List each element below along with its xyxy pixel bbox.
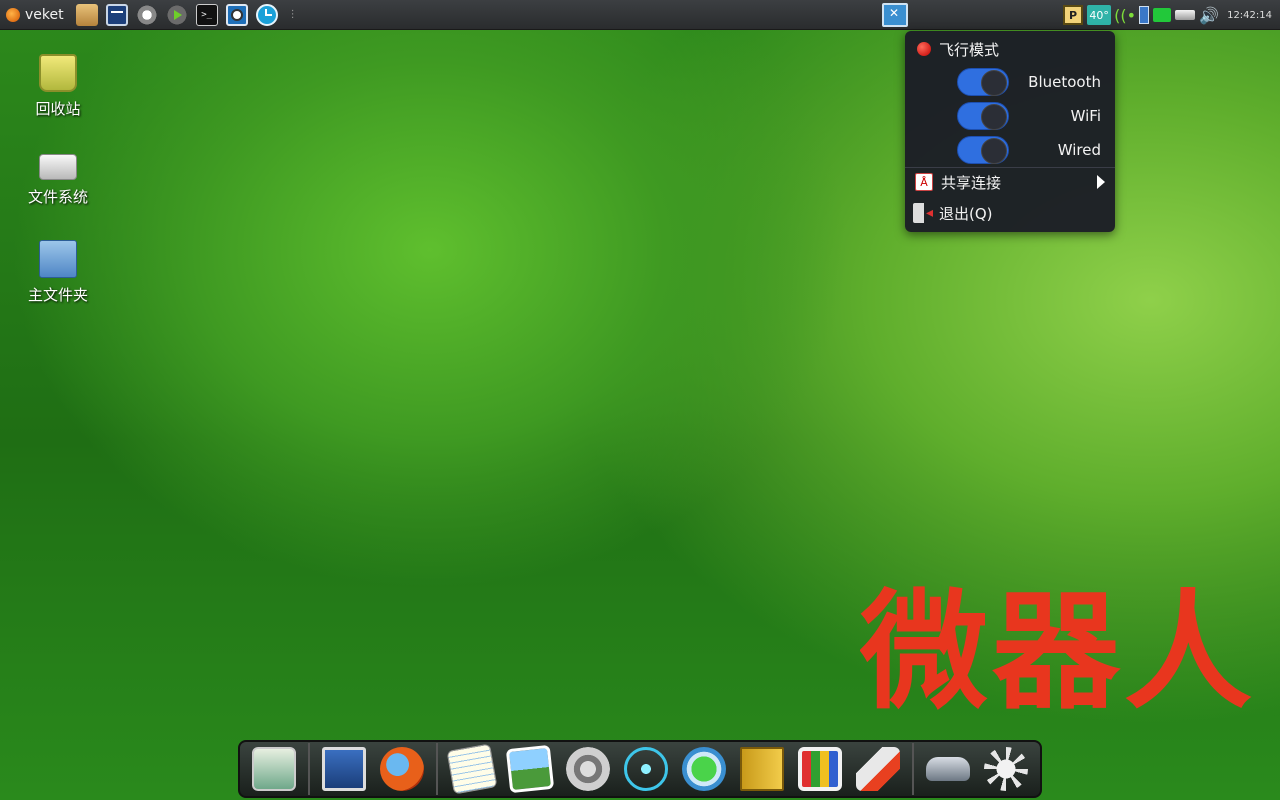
dock-item-speaker[interactable] — [562, 744, 614, 794]
top-panel: veket >_ ⋮ P 40° ((• 🔊 12:42:14 — [0, 0, 1280, 30]
dock-item-media-player[interactable] — [678, 744, 730, 794]
brightness-icon — [984, 747, 1028, 791]
quit-item[interactable]: ◂ 退出(Q) — [905, 200, 1115, 226]
status-green-icon[interactable] — [1153, 8, 1172, 22]
dock-item-rocket[interactable] — [852, 744, 904, 794]
bluetooth-toggle[interactable] — [957, 68, 1009, 96]
dock-item-atom[interactable] — [620, 744, 672, 794]
desktop-icon-label: 主文件夹 — [27, 286, 88, 304]
share-connection-label: 共享连接 — [941, 173, 1002, 192]
image-viewer-icon — [505, 744, 555, 794]
dock-item-desktop[interactable] — [248, 744, 300, 794]
start-menu-label: veket — [25, 6, 64, 23]
address-book-icon — [740, 747, 784, 791]
veket-logo-icon — [6, 7, 20, 22]
p-indicator-icon[interactable]: P — [1063, 5, 1084, 25]
share-connection-item[interactable]: Å 共享连接 — [905, 169, 1115, 195]
volume-icon[interactable]: 🔊 — [1199, 5, 1219, 25]
dock-separator — [308, 743, 310, 795]
dock-item-brightness[interactable] — [980, 744, 1032, 794]
dock-item-image-viewer[interactable] — [504, 744, 556, 794]
tray-clock[interactable]: 12:42:14 — [1223, 10, 1276, 21]
battery-icon[interactable] — [1139, 6, 1150, 24]
desktop-icon-filesystem[interactable]: 文件系统 — [13, 146, 103, 207]
network-applet-icon[interactable] — [882, 3, 908, 27]
dock-separator — [912, 743, 914, 795]
wired-toggle[interactable] — [957, 136, 1009, 164]
drive-icon — [39, 154, 77, 180]
media-player-icon — [682, 747, 726, 791]
desktop-icon-label: 回收站 — [35, 100, 81, 118]
text-editor-icon — [446, 743, 498, 795]
airplane-mode-item[interactable]: 飞行模式 — [905, 37, 1115, 61]
run-icon[interactable] — [165, 3, 188, 26]
bluetooth-row: Bluetooth — [905, 67, 1115, 97]
wired-label: Wired — [1057, 141, 1101, 159]
start-menu-button[interactable]: veket — [0, 0, 70, 30]
mouse-icon — [926, 757, 970, 781]
presentation-icon — [798, 747, 842, 791]
bluetooth-label: Bluetooth — [1028, 73, 1101, 91]
watermark-text: 微器人 — [860, 578, 1257, 727]
wifi-row: WiFi — [905, 101, 1115, 131]
airplane-mode-label: 飞行模式 — [939, 40, 1000, 59]
folder-icon[interactable] — [75, 3, 98, 26]
rocket-icon — [856, 747, 900, 791]
quick-launch-bar: >_ ⋮ — [75, 3, 298, 26]
dock-item-address-book[interactable] — [736, 744, 788, 794]
quit-label: 退出(Q) — [939, 204, 993, 223]
settings-gears-icon[interactable] — [135, 3, 158, 26]
temperature-indicator[interactable]: 40° — [1087, 5, 1112, 25]
desktop-icon-home[interactable]: 主文件夹 — [13, 240, 103, 305]
trash-icon — [39, 54, 77, 92]
monitor-icon — [322, 747, 366, 791]
drive-mount-icon[interactable] — [1175, 10, 1196, 20]
exit-icon: ◂ — [913, 203, 933, 223]
submenu-arrow-icon — [1097, 175, 1105, 189]
dock-item-presentation[interactable] — [794, 744, 846, 794]
dock-item-monitor[interactable] — [318, 744, 370, 794]
dock-item-mouse[interactable] — [922, 744, 974, 794]
screenshot-icon[interactable] — [225, 3, 248, 26]
home-folder-icon — [39, 240, 77, 278]
dock-item-text-editor[interactable] — [446, 743, 498, 795]
panel-grip[interactable]: ⋮ — [288, 9, 298, 20]
dock-item-firefox[interactable] — [376, 744, 428, 794]
speaker-icon — [566, 747, 610, 791]
system-monitor-icon[interactable] — [105, 3, 128, 26]
terminal-icon[interactable]: >_ — [195, 3, 218, 26]
desktop-icon-trash[interactable]: 回收站 — [13, 54, 103, 119]
desktop-icon-label: 文件系统 — [27, 188, 88, 206]
system-tray: P 40° ((• 🔊 12:42:14 — [1063, 0, 1280, 30]
dock-separator — [436, 743, 438, 795]
wifi-signal-icon[interactable]: ((• — [1114, 5, 1136, 25]
wifi-toggle[interactable] — [957, 102, 1009, 130]
wired-row: Wired — [905, 135, 1115, 165]
firefox-icon — [380, 747, 424, 791]
network-menu: 飞行模式 Bluetooth WiFi Wired Å 共享连接 ◂ 退出(Q) — [905, 31, 1115, 232]
dock — [238, 740, 1042, 798]
desktop-icon — [252, 747, 296, 791]
menu-separator — [905, 167, 1115, 168]
atom-icon — [624, 747, 668, 791]
clock-icon[interactable] — [255, 3, 278, 26]
wifi-label: WiFi — [1070, 107, 1101, 125]
share-connection-icon: Å — [915, 173, 933, 191]
airplane-mode-status-icon — [917, 42, 931, 56]
